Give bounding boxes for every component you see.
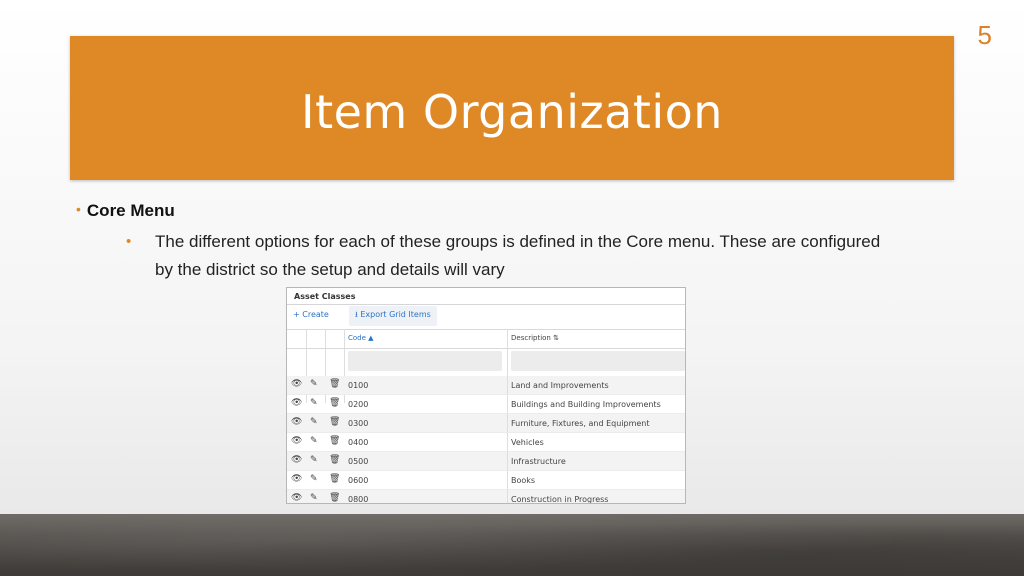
- edit-icon[interactable]: ✎: [310, 493, 318, 503]
- view-icon[interactable]: 👁: [291, 398, 302, 408]
- asset-classes-screenshot: Asset Classes + Create ⭳ Export Grid Ite…: [286, 287, 686, 504]
- floor-background: [0, 514, 1024, 576]
- row-description: Furniture, Fixtures, and Equipment: [511, 419, 650, 428]
- bullet-dot-icon: •: [126, 233, 132, 250]
- view-icon[interactable]: 👁: [291, 417, 302, 427]
- view-icon[interactable]: 👁: [291, 436, 302, 446]
- column-separator: [507, 395, 508, 413]
- delete-icon[interactable]: 🗑: [329, 493, 340, 503]
- grid-rows: 👁 ✎ 🗑 0100 Land and Improvements 👁 ✎ 🗑 0…: [287, 376, 685, 504]
- view-icon[interactable]: 👁: [291, 379, 302, 389]
- row-code: 0800: [348, 495, 369, 504]
- sub-bullet: • The different options for each of thes…: [126, 228, 896, 284]
- bullet-text: Core Menu: [86, 201, 175, 220]
- edit-icon[interactable]: ✎: [310, 398, 318, 408]
- row-description: Infrastructure: [511, 457, 566, 466]
- export-label: Export Grid Items: [360, 310, 431, 319]
- export-grid-items-button[interactable]: ⭳ Export Grid Items: [349, 306, 437, 326]
- edit-icon[interactable]: ✎: [310, 379, 318, 389]
- column-header-code[interactable]: Code ▲: [348, 334, 374, 342]
- view-icon[interactable]: 👁: [291, 474, 302, 484]
- column-separator: [507, 376, 508, 394]
- row-code: 0500: [348, 457, 369, 466]
- row-description: Construction in Progress: [511, 495, 609, 504]
- bullet-dot-icon: •: [76, 201, 81, 217]
- sub-bullet-text: The different options for each of these …: [155, 232, 881, 279]
- column-separator: [507, 433, 508, 451]
- panel-title: Asset Classes: [294, 292, 356, 301]
- edit-icon[interactable]: ✎: [310, 436, 318, 446]
- table-row: 👁 ✎ 🗑 0200 Buildings and Building Improv…: [287, 395, 685, 414]
- code-filter-input[interactable]: [348, 351, 502, 371]
- table-row: 👁 ✎ 🗑 0100 Land and Improvements: [287, 376, 685, 395]
- delete-icon[interactable]: 🗑: [329, 436, 340, 446]
- row-code: 0100: [348, 381, 369, 390]
- column-header-description[interactable]: Description ⇅: [511, 334, 559, 342]
- delete-icon[interactable]: 🗑: [329, 455, 340, 465]
- edit-icon[interactable]: ✎: [310, 474, 318, 484]
- view-icon[interactable]: 👁: [291, 455, 302, 465]
- row-code: 0300: [348, 419, 369, 428]
- row-code: 0400: [348, 438, 369, 447]
- divider: [287, 304, 685, 305]
- description-filter-input[interactable]: [511, 351, 685, 371]
- table-row: 👁 ✎ 🗑 0500 Infrastructure: [287, 452, 685, 471]
- delete-icon[interactable]: 🗑: [329, 417, 340, 427]
- table-row: 👁 ✎ 🗑 0300 Furniture, Fixtures, and Equi…: [287, 414, 685, 433]
- row-description: Buildings and Building Improvements: [511, 400, 661, 409]
- delete-icon[interactable]: 🗑: [329, 379, 340, 389]
- column-separator: [507, 414, 508, 432]
- column-separator: [507, 452, 508, 470]
- row-description: Books: [511, 476, 536, 485]
- delete-icon[interactable]: 🗑: [329, 474, 340, 484]
- row-code: 0600: [348, 476, 369, 485]
- bullet-core-menu: • Core Menu: [76, 201, 175, 221]
- row-description: Land and Improvements: [511, 381, 609, 390]
- edit-icon[interactable]: ✎: [310, 417, 318, 427]
- table-row: 👁 ✎ 🗑 0400 Vehicles: [287, 433, 685, 452]
- slide-title: Item Organization: [301, 85, 723, 139]
- delete-icon[interactable]: 🗑: [329, 398, 340, 408]
- edit-icon[interactable]: ✎: [310, 455, 318, 465]
- title-banner: Item Organization: [70, 36, 954, 180]
- row-description: Vehicles: [511, 438, 544, 447]
- grid-header: [287, 329, 685, 349]
- row-code: 0200: [348, 400, 369, 409]
- view-icon[interactable]: 👁: [291, 493, 302, 503]
- table-row: 👁 ✎ 🗑 0600 Books: [287, 471, 685, 490]
- column-separator: [507, 490, 508, 503]
- create-button[interactable]: + Create: [293, 310, 329, 319]
- column-separator: [507, 471, 508, 489]
- download-icon: ⭳: [355, 310, 358, 319]
- slide-number: 5: [977, 20, 992, 50]
- table-row: 👁 ✎ 🗑 0800 Construction in Progress: [287, 490, 685, 504]
